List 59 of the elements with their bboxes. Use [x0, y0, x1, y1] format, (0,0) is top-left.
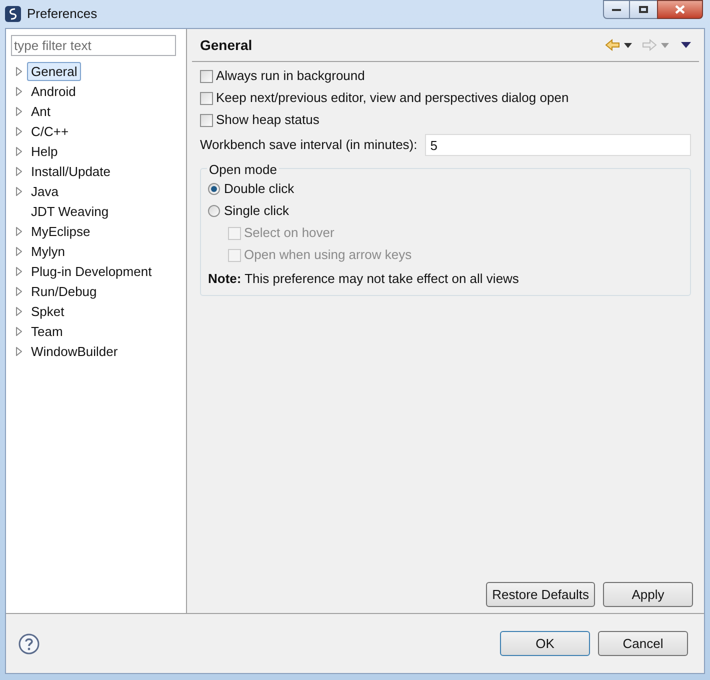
expand-icon[interactable] [16, 106, 22, 116]
radio-button[interactable] [208, 183, 220, 195]
checkbox[interactable] [200, 70, 213, 82]
expand-icon[interactable] [16, 286, 22, 296]
expand-icon[interactable] [16, 346, 22, 356]
ok-button[interactable]: OK [500, 631, 590, 656]
expand-icon[interactable] [16, 226, 22, 236]
tree-item[interactable]: MyEclipse [27, 222, 94, 240]
tree-item[interactable]: General [27, 62, 82, 80]
window-title: Preferences [27, 5, 98, 24]
checkbox-label: Select on hover [244, 224, 334, 242]
expand-icon[interactable] [16, 66, 22, 76]
dropdown-icon[interactable] [624, 42, 632, 48]
close-icon [675, 5, 685, 14]
expand-icon[interactable] [16, 326, 22, 336]
checkbox[interactable] [200, 92, 213, 104]
tree-item[interactable]: Android [27, 82, 80, 100]
view-menu-icon[interactable] [681, 42, 691, 48]
expand-icon[interactable] [16, 146, 22, 156]
tree-item[interactable]: Plug-in Development [27, 262, 156, 280]
radio-button[interactable] [208, 205, 220, 217]
field-label: Workbench save interval (in minutes): [200, 136, 418, 154]
tree-item[interactable]: Mylyn [27, 242, 69, 260]
tree-item[interactable]: Help [27, 142, 62, 160]
expand-icon[interactable] [16, 246, 22, 256]
tree-item[interactable]: Java [27, 182, 62, 200]
checkbox-label: Open when using arrow keys [244, 246, 412, 264]
close-button[interactable] [657, 0, 703, 19]
expand-icon[interactable] [16, 166, 22, 176]
page-title: General [200, 36, 254, 54]
tree-item[interactable]: Spket [27, 302, 68, 320]
expand-icon[interactable] [16, 266, 22, 276]
save-interval-field[interactable]: 5 [425, 134, 691, 156]
minimize-button[interactable] [603, 0, 630, 19]
tree-item[interactable]: JDT Weaving [27, 202, 113, 220]
expand-icon[interactable] [16, 306, 22, 316]
tree-item[interactable]: WindowBuilder [27, 342, 122, 360]
expand-icon[interactable] [16, 186, 22, 196]
tree-item[interactable]: Ant [27, 102, 55, 120]
checkbox-label: Keep next/previous editor, view and perspectives dialog open [216, 89, 569, 108]
radio-label: Double click [224, 180, 294, 198]
restore-defaults-button[interactable]: Restore Defaults [486, 582, 595, 607]
tree-item[interactable]: Run/Debug [27, 282, 101, 300]
maximize-button[interactable] [630, 0, 657, 19]
expand-icon[interactable] [16, 86, 22, 96]
expand-icon[interactable] [16, 126, 22, 136]
app-icon [5, 6, 21, 22]
checkbox[interactable] [200, 114, 213, 126]
checkbox-label: Show heap status [216, 111, 320, 130]
apply-button[interactable]: Apply [603, 582, 693, 607]
note-text: Note: This preference may not take effect on all views [208, 270, 520, 288]
checkbox-label: Always run in background [216, 67, 365, 86]
tree-item[interactable]: C/C++ [27, 122, 73, 140]
cancel-button[interactable]: Cancel [598, 631, 688, 656]
filter-field[interactable]: type filter text [11, 35, 176, 56]
radio-label: Single click [224, 202, 290, 220]
tree-item[interactable]: Install/Update [27, 162, 114, 180]
tree-item[interactable]: Team [27, 322, 67, 340]
help-icon[interactable] [18, 632, 40, 654]
